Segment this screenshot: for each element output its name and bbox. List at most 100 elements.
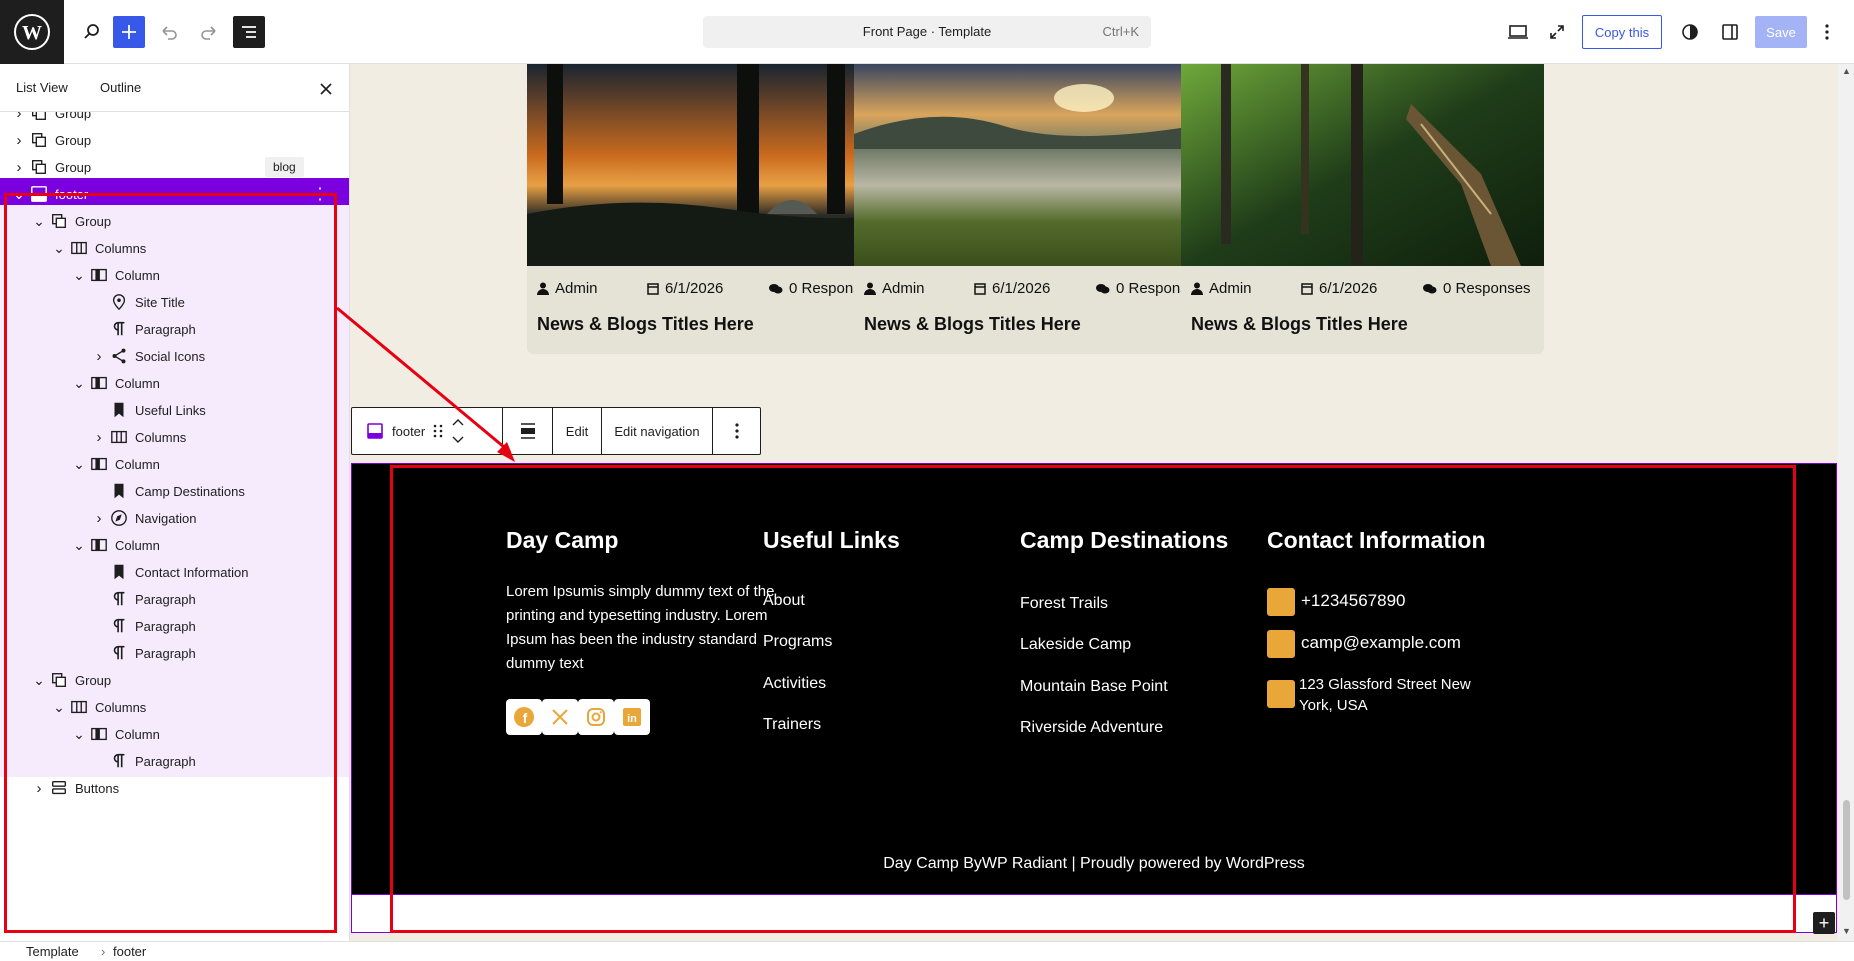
chevron-down-icon[interactable]: ⌄ <box>71 267 87 283</box>
save-button[interactable]: Save <box>1755 16 1807 48</box>
nav-item-forest-trails[interactable]: Forest Trails <box>1020 595 1108 613</box>
chevron-down-icon[interactable]: ⌄ <box>71 726 87 742</box>
tab-outline[interactable]: Outline <box>100 80 141 95</box>
breadcrumb-template[interactable]: Template <box>26 944 79 959</box>
chevron-down-icon[interactable]: ⌄ <box>11 186 27 202</box>
author-name[interactable]: Admin <box>882 280 925 297</box>
footer-credit[interactable]: Day Camp ByWP Radiant | Proudly powered … <box>352 855 1836 873</box>
device-preview-button[interactable] <box>1500 16 1536 48</box>
open-in-new-view-button[interactable] <box>1541 16 1573 48</box>
group-icon <box>29 157 49 177</box>
blog-card-title[interactable]: News & Blogs Titles Here <box>864 314 1081 335</box>
author-name[interactable]: Admin <box>555 280 598 297</box>
canvas-scrollbar[interactable]: ▲ ▼ <box>1838 64 1854 941</box>
block-switcher-button[interactable]: footer <box>352 408 503 454</box>
edit-button[interactable]: Edit <box>553 408 602 454</box>
chevron-right-icon[interactable]: › <box>11 132 27 149</box>
paragraph-icon <box>109 319 129 339</box>
command-palette-title[interactable]: Front Page · Template Ctrl+K <box>703 16 1151 48</box>
contact-email[interactable]: camp@example.com <box>1301 633 1461 653</box>
footer-description[interactable]: Lorem Ipsumis simply dummy text of the p… <box>506 580 782 676</box>
facebook-link[interactable]: f <box>506 699 542 735</box>
contact-information-heading[interactable]: Contact Information <box>1267 527 1486 554</box>
options-button[interactable] <box>1815 16 1839 48</box>
settings-sidebar-button[interactable] <box>1714 16 1746 48</box>
footer-template-part[interactable]: Day Camp Lorem Ipsumis simply dummy text… <box>351 463 1837 895</box>
chevron-down-icon[interactable]: ⌄ <box>71 537 87 553</box>
chevron-right-icon[interactable]: › <box>11 112 27 122</box>
chevron-right-icon[interactable]: › <box>91 510 107 527</box>
blog-card[interactable]: Admin 6/1/2026 0 Responses News & Blogs … <box>1181 64 1544 354</box>
keyboard-shortcut: Ctrl+K <box>1102 24 1139 39</box>
camp-destinations-heading[interactable]: Camp Destinations <box>1020 527 1228 554</box>
chevron-down-icon[interactable]: ⌄ <box>31 672 47 688</box>
chevron-down-icon[interactable]: ⌄ <box>51 240 67 256</box>
columns-icon <box>69 238 89 258</box>
column-icon <box>89 454 109 474</box>
chevron-down-icon[interactable]: ⌄ <box>51 699 67 715</box>
scroll-up-arrow-icon[interactable]: ▲ <box>1842 66 1851 76</box>
bookmark-icon <box>109 481 129 501</box>
scroll-down-arrow-icon[interactable]: ▼ <box>1842 926 1851 936</box>
block-inserter-button[interactable] <box>113 16 145 48</box>
comment-count[interactable]: 0 Responses <box>1443 280 1531 297</box>
footer-link-activities[interactable]: Activities <box>763 675 826 693</box>
drag-handle-icon[interactable] <box>433 423 443 439</box>
paragraph-icon <box>109 616 129 636</box>
chevron-down-icon[interactable]: ⌄ <box>71 375 87 391</box>
footer-link-about[interactable]: About <box>763 592 805 610</box>
author-name[interactable]: Admin <box>1209 280 1252 297</box>
nav-item-mountain-base-point[interactable]: Mountain Base Point <box>1020 678 1168 696</box>
map-marker-icon <box>109 292 129 312</box>
chevron-right-icon[interactable]: › <box>91 429 107 446</box>
nav-item-riverside-adventure[interactable]: Riverside Adventure <box>1020 719 1163 737</box>
calendar-icon <box>647 283 659 295</box>
redo-button[interactable] <box>193 16 225 48</box>
blog-card-title[interactable]: News & Blogs Titles Here <box>1191 314 1408 335</box>
copy-button[interactable]: Copy this <box>1582 15 1662 49</box>
nav-item-lakeside-camp[interactable]: Lakeside Camp <box>1020 636 1131 654</box>
add-block-button[interactable]: + <box>1813 912 1835 934</box>
half-circle-icon <box>1682 24 1698 40</box>
chevron-right-icon[interactable]: › <box>11 159 27 176</box>
undo-icon <box>162 26 177 40</box>
breadcrumb-footer[interactable]: footer <box>113 944 146 959</box>
footer-link-programs[interactable]: Programs <box>763 633 832 651</box>
search-button[interactable] <box>76 16 108 48</box>
contact-phone[interactable]: +1234567890 <box>1301 591 1405 611</box>
column-icon <box>89 724 109 744</box>
tab-list-view[interactable]: List View <box>16 80 68 95</box>
footer-link-trainers[interactable]: Trainers <box>763 716 821 734</box>
linkedin-link[interactable]: in <box>614 699 650 735</box>
undo-button[interactable] <box>153 16 185 48</box>
breadcrumb-separator-icon: › <box>101 944 106 959</box>
x-twitter-link[interactable] <box>542 699 578 735</box>
row-options-more-vertical-icon[interactable]: ⋮ <box>312 184 328 204</box>
blog-card[interactable]: Admin 6/1/2026 0 Responses News & Blogs … <box>527 64 890 354</box>
document-overview-button[interactable] <box>233 16 265 48</box>
blog-card[interactable]: Admin 6/1/2026 0 Responses News & Blogs … <box>854 64 1217 354</box>
chevron-down-icon[interactable]: ⌄ <box>71 456 87 472</box>
chevron-down-icon[interactable]: ⌄ <box>31 213 47 229</box>
instagram-link[interactable] <box>578 699 614 735</box>
svg-text:W: W <box>22 22 42 44</box>
list-view-row-label: Buttons <box>75 781 120 796</box>
block-options-button[interactable] <box>713 408 760 454</box>
chevron-right-icon[interactable]: › <box>31 780 47 797</box>
group-icon <box>29 130 49 150</box>
scroll-thumb[interactable] <box>1843 800 1850 900</box>
edit-navigation-button[interactable]: Edit navigation <box>602 408 713 454</box>
move-up-down-icon[interactable] <box>451 417 465 445</box>
footer-site-title[interactable]: Day Camp <box>506 527 618 554</box>
contact-address[interactable]: 123 Glassford Street New York, USA <box>1299 674 1499 716</box>
chevron-right-icon[interactable]: › <box>91 348 107 365</box>
blog-card-title[interactable]: News & Blogs Titles Here <box>537 314 754 335</box>
plus-icon <box>122 25 136 39</box>
close-sidebar-button[interactable] <box>316 79 336 99</box>
useful-links-heading[interactable]: Useful Links <box>763 527 900 554</box>
list-view-row-buttons[interactable]: › Buttons <box>0 772 349 804</box>
styles-button[interactable] <box>1674 16 1706 48</box>
list-view-row-label: Contact Information <box>135 565 249 580</box>
wordpress-logo-button[interactable]: W <box>0 0 64 64</box>
align-button[interactable] <box>503 408 553 454</box>
